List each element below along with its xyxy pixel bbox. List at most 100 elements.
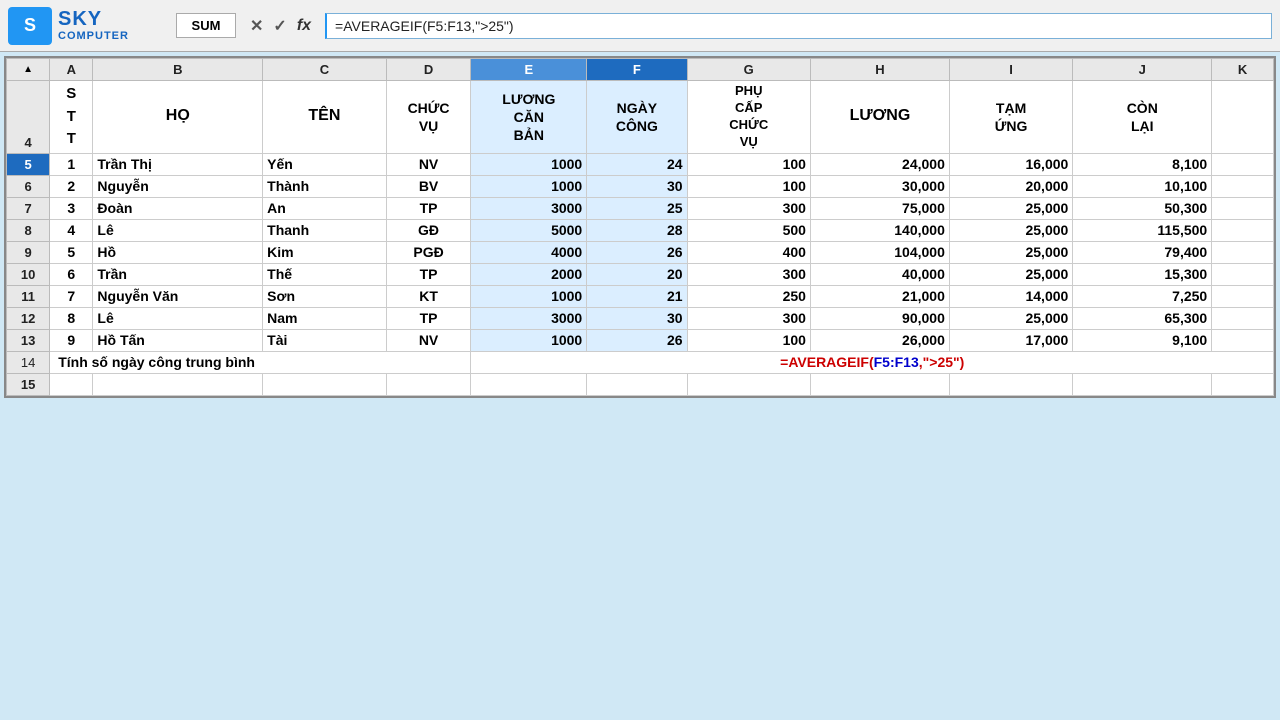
formula-input[interactable]	[325, 13, 1272, 39]
cancel-icon[interactable]: ✕	[250, 16, 263, 36]
cell-c9[interactable]: Kim	[263, 241, 386, 263]
cell-g10[interactable]: 300	[687, 263, 810, 285]
cell-a9[interactable]: 5	[50, 241, 93, 263]
cell-j13[interactable]: 9,100	[1073, 329, 1212, 351]
cell-g15[interactable]	[687, 373, 810, 395]
confirm-icon[interactable]: ✓	[273, 16, 286, 36]
cell-d5[interactable]: NV	[386, 153, 471, 175]
cell-g5[interactable]: 100	[687, 153, 810, 175]
cell-c13[interactable]: Tài	[263, 329, 386, 351]
cell-h7[interactable]: 75,000	[810, 197, 949, 219]
cell-e10[interactable]: 2000	[471, 263, 587, 285]
cell-g7[interactable]: 300	[687, 197, 810, 219]
cell-name-input[interactable]	[176, 13, 236, 38]
cell-c10[interactable]: Thế	[263, 263, 386, 285]
cell-d9[interactable]: PGĐ	[386, 241, 471, 263]
cell-c12[interactable]: Nam	[263, 307, 386, 329]
cell-h13[interactable]: 26,000	[810, 329, 949, 351]
cell-g8[interactable]: 500	[687, 219, 810, 241]
cell-h8[interactable]: 140,000	[810, 219, 949, 241]
cell-d15[interactable]	[386, 373, 471, 395]
cell-b10[interactable]: Trần	[93, 263, 263, 285]
cell-f5[interactable]: 24	[587, 153, 687, 175]
cell-f9[interactable]: 26	[587, 241, 687, 263]
cell-a13[interactable]: 9	[50, 329, 93, 351]
cell-g6[interactable]: 100	[687, 175, 810, 197]
cell-f12[interactable]: 30	[587, 307, 687, 329]
cell-j8[interactable]: 115,500	[1073, 219, 1212, 241]
cell-j10[interactable]: 15,300	[1073, 263, 1212, 285]
cell-j9[interactable]: 79,400	[1073, 241, 1212, 263]
cell-i8[interactable]: 25,000	[949, 219, 1072, 241]
cell-c7[interactable]: An	[263, 197, 386, 219]
cell-h12[interactable]: 90,000	[810, 307, 949, 329]
cell-i12[interactable]: 25,000	[949, 307, 1072, 329]
cell-f6[interactable]: 30	[587, 175, 687, 197]
cell-a12[interactable]: 8	[50, 307, 93, 329]
cell-d10[interactable]: TP	[386, 263, 471, 285]
cell-h11[interactable]: 21,000	[810, 285, 949, 307]
cell-i13[interactable]: 17,000	[949, 329, 1072, 351]
cell-h15[interactable]	[810, 373, 949, 395]
cell-h10[interactable]: 40,000	[810, 263, 949, 285]
cell-d12[interactable]: TP	[386, 307, 471, 329]
cell-b13[interactable]: Hồ Tấn	[93, 329, 263, 351]
cell-g13[interactable]: 100	[687, 329, 810, 351]
cell-b9[interactable]: Hồ	[93, 241, 263, 263]
cell-f13[interactable]: 26	[587, 329, 687, 351]
cell-f15[interactable]	[587, 373, 687, 395]
cell-b12[interactable]: Lê	[93, 307, 263, 329]
cell-c11[interactable]: Sơn	[263, 285, 386, 307]
cell-e6[interactable]: 1000	[471, 175, 587, 197]
cell-f11[interactable]: 21	[587, 285, 687, 307]
cell-f7[interactable]: 25	[587, 197, 687, 219]
cell-j7[interactable]: 50,300	[1073, 197, 1212, 219]
cell-h5[interactable]: 24,000	[810, 153, 949, 175]
cell-e5[interactable]: 1000	[471, 153, 587, 175]
cell-g12[interactable]: 300	[687, 307, 810, 329]
cell-a15[interactable]	[50, 373, 93, 395]
cell-b5[interactable]: Trần Thị	[93, 153, 263, 175]
cell-a7[interactable]: 3	[50, 197, 93, 219]
cell-d8[interactable]: GĐ	[386, 219, 471, 241]
cell-g11[interactable]: 250	[687, 285, 810, 307]
cell-i7[interactable]: 25,000	[949, 197, 1072, 219]
cell-d11[interactable]: KT	[386, 285, 471, 307]
cell-i10[interactable]: 25,000	[949, 263, 1072, 285]
cell-i9[interactable]: 25,000	[949, 241, 1072, 263]
cell-j6[interactable]: 10,100	[1073, 175, 1212, 197]
cell-d6[interactable]: BV	[386, 175, 471, 197]
cell-h9[interactable]: 104,000	[810, 241, 949, 263]
cell-f10[interactable]: 20	[587, 263, 687, 285]
cell-b6[interactable]: Nguyễn	[93, 175, 263, 197]
cell-c5[interactable]: Yến	[263, 153, 386, 175]
cell-j5[interactable]: 8,100	[1073, 153, 1212, 175]
cell-e12[interactable]: 3000	[471, 307, 587, 329]
cell-j12[interactable]: 65,300	[1073, 307, 1212, 329]
cell-j11[interactable]: 7,250	[1073, 285, 1212, 307]
cell-d13[interactable]: NV	[386, 329, 471, 351]
cell-a6[interactable]: 2	[50, 175, 93, 197]
cell-d7[interactable]: TP	[386, 197, 471, 219]
cell-h6[interactable]: 30,000	[810, 175, 949, 197]
cell-i15[interactable]	[949, 373, 1072, 395]
cell-e15[interactable]	[471, 373, 587, 395]
cell-a11[interactable]: 7	[50, 285, 93, 307]
cell-g9[interactable]: 400	[687, 241, 810, 263]
cell-b15[interactable]	[93, 373, 263, 395]
cell-b11[interactable]: Nguyễn Văn	[93, 285, 263, 307]
cell-a10[interactable]: 6	[50, 263, 93, 285]
fx-icon[interactable]: fx	[297, 17, 311, 35]
cell-formula-14[interactable]: =AVERAGEIF(F5:F13,">25")	[471, 351, 1274, 373]
cell-label-14[interactable]: Tính số ngày công trung bình	[50, 351, 471, 373]
cell-c8[interactable]: Thanh	[263, 219, 386, 241]
cell-i6[interactable]: 20,000	[949, 175, 1072, 197]
cell-b7[interactable]: Đoàn	[93, 197, 263, 219]
cell-i11[interactable]: 14,000	[949, 285, 1072, 307]
cell-e9[interactable]: 4000	[471, 241, 587, 263]
cell-e13[interactable]: 1000	[471, 329, 587, 351]
cell-f8[interactable]: 28	[587, 219, 687, 241]
cell-e7[interactable]: 3000	[471, 197, 587, 219]
cell-b8[interactable]: Lê	[93, 219, 263, 241]
cell-a8[interactable]: 4	[50, 219, 93, 241]
